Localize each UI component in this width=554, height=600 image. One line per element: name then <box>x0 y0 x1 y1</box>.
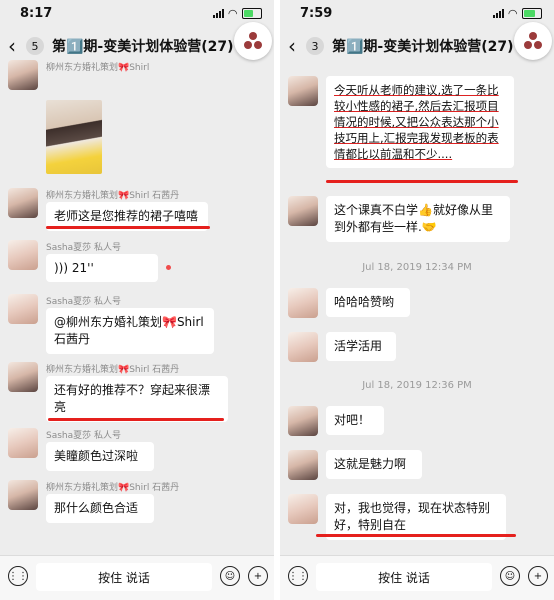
timestamp: Jul 18, 2019 12:36 PM <box>362 380 472 391</box>
avatar[interactable] <box>8 428 38 458</box>
back-chevron-icon[interactable]: ‹ <box>8 34 22 58</box>
group-menu-icon <box>524 32 542 50</box>
hold-to-talk-button[interactable]: 按住 说话 <box>316 563 492 591</box>
keyboard-icon[interactable]: ⋮⋮ <box>288 566 308 586</box>
chat-header: ‹ 3 第1️⃣期-变美计划体验营(27) <box>280 22 554 66</box>
avatar[interactable] <box>288 76 318 106</box>
battery-icon <box>242 7 262 19</box>
keyboard-icon[interactable]: ⋮⋮ <box>8 566 28 586</box>
avatar[interactable] <box>8 60 38 90</box>
left-chat-screen: 8:17 ◠ ‹ 5 第1️⃣期-变美计划体验营(27) 柳州东方婚礼策划🎀Sh… <box>0 0 274 600</box>
screenshot-pair: 8:17 ◠ ‹ 5 第1️⃣期-变美计划体验营(27) 柳州东方婚礼策划🎀Sh… <box>0 0 554 600</box>
message-bubble[interactable]: 还有好的推荐不？穿起来很漂亮 <box>46 376 228 422</box>
message-bubble[interactable]: 那什么颜色合适 <box>46 494 154 523</box>
hold-to-talk-button[interactable]: 按住 说话 <box>36 563 212 591</box>
highlight-underline <box>316 534 516 537</box>
signal-icon <box>492 8 504 18</box>
highlight-underline <box>48 418 224 421</box>
chat-title: 第1️⃣期-变美计划体验营(27) <box>52 39 234 55</box>
avatar[interactable] <box>8 240 38 270</box>
message-bubble[interactable]: 这个课真不白学👍就好像从里到外都有些一样.🤝 <box>326 196 510 242</box>
right-chat-screen: 7:59 ◠ ‹ 3 第1️⃣期-变美计划体验营(27) 今天听从老师的建议,选… <box>280 0 554 600</box>
avatar[interactable] <box>288 494 318 524</box>
status-bar: 7:59 ◠ <box>280 0 554 26</box>
message-bubble[interactable]: 今天听从老师的建议,选了一条比较小性感的裙子,然后去汇报项目情况的时候,又把公众… <box>326 76 514 168</box>
sender-name: 柳州东方婚礼策划🎀Shirl 石茜丹 <box>46 483 180 493</box>
photo-thumbnail[interactable] <box>46 100 102 174</box>
highlight-underline <box>46 226 210 229</box>
wifi-icon: ◠ <box>228 6 237 20</box>
timestamp: Jul 18, 2019 12:34 PM <box>362 262 472 273</box>
status-time: 7:59 <box>300 5 333 21</box>
avatar[interactable] <box>8 362 38 392</box>
back-chevron-icon[interactable]: ‹ <box>288 34 302 58</box>
highlight-underline <box>326 180 518 183</box>
avatar[interactable] <box>288 196 318 226</box>
emoji-icon[interactable]: ☺ <box>500 566 520 586</box>
status-bar: 8:17 ◠ <box>0 0 274 26</box>
voice-duration: 21'' <box>71 261 94 275</box>
voice-message-bubble[interactable]: ))) 21'' <box>46 254 158 282</box>
message-bubble[interactable]: 这就是魅力啊 <box>326 450 422 479</box>
message-bubble[interactable]: @柳州东方婚礼策划🎀Shirl 石茜丹 <box>46 308 214 354</box>
avatar[interactable] <box>288 288 318 318</box>
message-bubble[interactable]: 活学活用 <box>326 332 396 361</box>
status-time: 8:17 <box>20 5 53 21</box>
unread-count-badge: 3 <box>306 37 324 55</box>
unread-dot <box>166 265 171 270</box>
sender-name: Sasha夏莎 私人号 <box>46 243 121 253</box>
avatar[interactable] <box>288 406 318 436</box>
chat-title: 第1️⃣期-变美计划体验营(27) <box>332 39 514 55</box>
sender-name: 柳州东方婚礼策划🎀Shirl 石茜丹 <box>46 191 180 201</box>
message-bubble[interactable]: 哈哈哈赞哟 <box>326 288 410 317</box>
wifi-icon: ◠ <box>508 6 517 20</box>
sender-name: 柳州东方婚礼策划🎀Shirl <box>46 63 150 73</box>
signal-icon <box>212 8 224 18</box>
group-menu-button[interactable] <box>514 22 552 60</box>
battery-icon <box>522 7 542 19</box>
chat-input-bar: ⋮⋮ 按住 说话 ☺ + <box>280 555 554 600</box>
voice-icon: ))) <box>54 261 69 275</box>
avatar[interactable] <box>8 294 38 324</box>
group-menu-icon <box>244 32 262 50</box>
sender-name: Sasha夏莎 私人号 <box>46 431 121 441</box>
unread-count-badge: 5 <box>26 37 44 55</box>
group-menu-button[interactable] <box>234 22 272 60</box>
sender-name: Sasha夏莎 私人号 <box>46 297 121 307</box>
plus-icon[interactable]: + <box>248 566 268 586</box>
message-bubble[interactable]: 对吧！ <box>326 406 384 435</box>
avatar[interactable] <box>288 450 318 480</box>
avatar[interactable] <box>8 480 38 510</box>
avatar[interactable] <box>8 188 38 218</box>
avatar[interactable] <box>288 332 318 362</box>
sender-name: 柳州东方婚礼策划🎀Shirl 石茜丹 <box>46 365 180 375</box>
chat-input-bar: ⋮⋮ 按住 说话 ☺ + <box>0 555 274 600</box>
plus-icon[interactable]: + <box>528 566 548 586</box>
message-bubble[interactable]: 美瞳颜色过深啦 <box>46 442 154 471</box>
emoji-icon[interactable]: ☺ <box>220 566 240 586</box>
